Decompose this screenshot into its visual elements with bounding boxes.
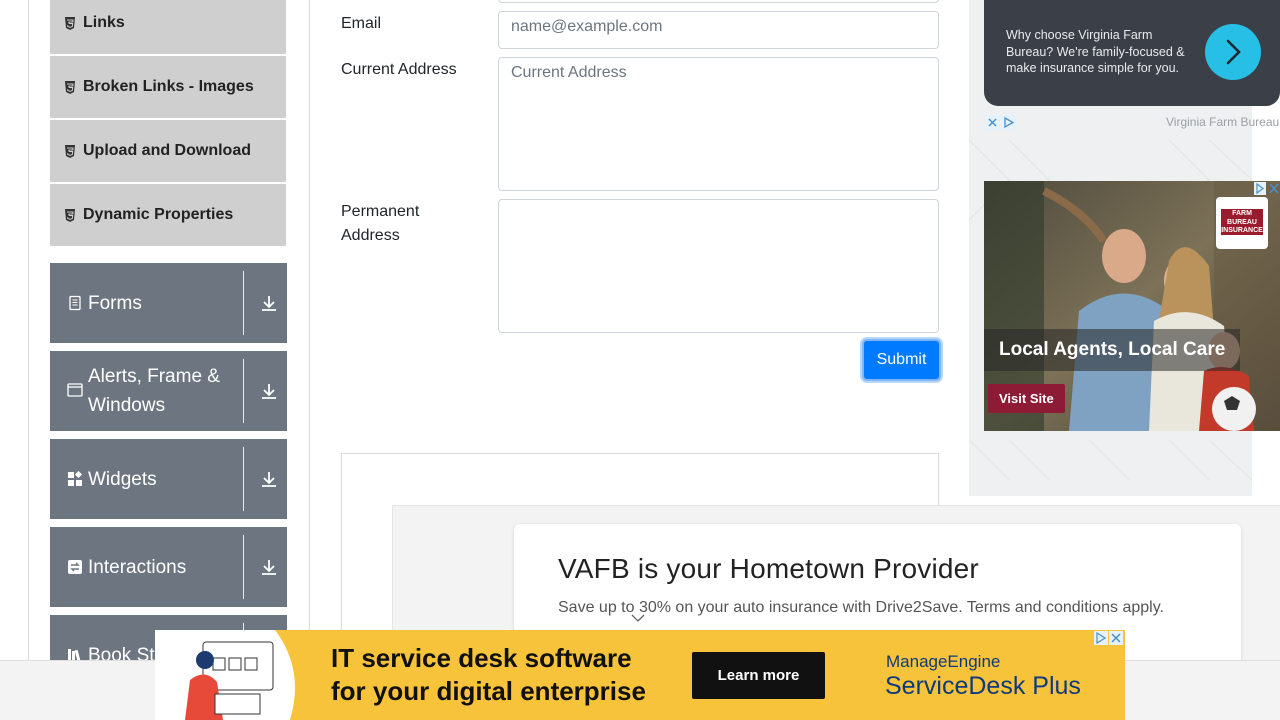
name-field-edge[interactable] [498,0,939,3]
permanent-address-label: Permanent Address [341,203,420,244]
brand-manageengine: ManageEngine [886,652,1001,671]
logo-text: FARM BUREAU INSURANCE [1221,209,1263,235]
sidebar: Links Broken Links - Images Upload and D… [29,0,310,660]
divider [243,359,244,423]
ad-caption: Local Agents, Local Care [984,329,1241,371]
widgets-icon [68,471,83,486]
servicedesk-banner-ad[interactable]: IT service desk software for your digita… [155,630,1125,720]
email-field[interactable]: name@example.com [498,11,939,49]
ad-brand-label: Virginia Farm Bureau [1166,115,1280,129]
download-icon[interactable] [259,381,279,401]
divider [243,447,244,511]
adchoices-icon[interactable] [1254,182,1280,196]
chevron-right-icon [1226,39,1241,65]
html5-icon [64,16,76,30]
divider [243,271,244,335]
sidebar-group-label: Alerts, Frame & Windows [88,366,220,416]
brand-servicedesk-plus: ServiceDesk Plus [885,672,1081,700]
current-address-field[interactable]: Current Address [498,57,939,191]
current-address-placeholder: Current Address [511,64,627,81]
submit-button[interactable]: Submit [862,339,941,381]
vafb-ad-subtitle: Save up to 30% on your auto insurance wi… [558,599,1164,616]
download-icon[interactable] [259,293,279,313]
permanent-address-field[interactable] [498,199,939,333]
adchoices-icon[interactable] [985,115,1017,131]
chevron-down-icon[interactable] [631,611,645,625]
download-icon[interactable] [259,557,279,577]
page: Links Broken Links - Images Upload and D… [0,0,1280,720]
adchoices-icon[interactable] [1094,631,1124,646]
vafb-ad-title: VAFB is your Hometown Provider [558,553,979,584]
email-label: Email [341,15,382,32]
sidebar-item-dynamic-properties[interactable]: Dynamic Properties [50,184,286,246]
farm-bureau-photo-ad[interactable]: FARM BUREAU INSURANCE Local Agents, Loca… [984,181,1280,431]
visit-site-button[interactable]: Visit Site [988,384,1065,413]
sidebar-item-label: Links [83,14,125,31]
sidebar-group-label: Interactions [88,556,187,578]
sidebar-item-broken-links[interactable]: Broken Links - Images [50,56,286,118]
ad-headline-line-2: for your digital enterprise [331,676,646,706]
sidebar-group-forms[interactable]: Forms [50,263,287,343]
sidebar-group-alerts[interactable]: Alerts, Frame & Windows [50,351,287,431]
books-icon [68,649,81,660]
window-icon [67,383,83,397]
sidebar-group-label: Forms [88,292,142,314]
sidebar-item-upload-download[interactable]: Upload and Download [50,120,286,182]
helpdesk-illustration [155,630,295,720]
learn-more-button[interactable]: Learn more [692,652,825,699]
next-button[interactable] [1205,24,1261,80]
interactions-icon [68,560,82,574]
sidebar-group-widgets[interactable]: Widgets [50,439,287,519]
ad-headline-line-1: IT service desk software [331,643,632,673]
why-choose-text: Why choose Virginia Farm Bureau? We're f… [1006,28,1185,75]
email-placeholder: name@example.com [511,18,663,35]
sidebar-item-label: Upload and Download [83,142,251,159]
sidebar-item-label: Broken Links - Images [83,78,254,95]
download-icon[interactable] [259,469,279,489]
sidebar-group-label: Widgets [88,468,157,490]
html5-icon [64,144,76,158]
html5-icon [64,80,76,94]
current-address-label: Current Address [341,61,457,78]
document-icon [69,295,81,311]
sidebar-item-links[interactable]: Links [50,0,286,54]
html5-icon [64,208,76,222]
divider [243,535,244,599]
ad-headline: IT service desk software for your digita… [331,642,646,708]
sidebar-item-label: Dynamic Properties [83,206,234,223]
farm-bureau-logo: FARM BUREAU INSURANCE [1216,197,1268,249]
why-choose-ad[interactable]: Why choose Virginia Farm Bureau? We're f… [984,0,1280,106]
sidebar-group-interactions[interactable]: Interactions [50,527,287,607]
